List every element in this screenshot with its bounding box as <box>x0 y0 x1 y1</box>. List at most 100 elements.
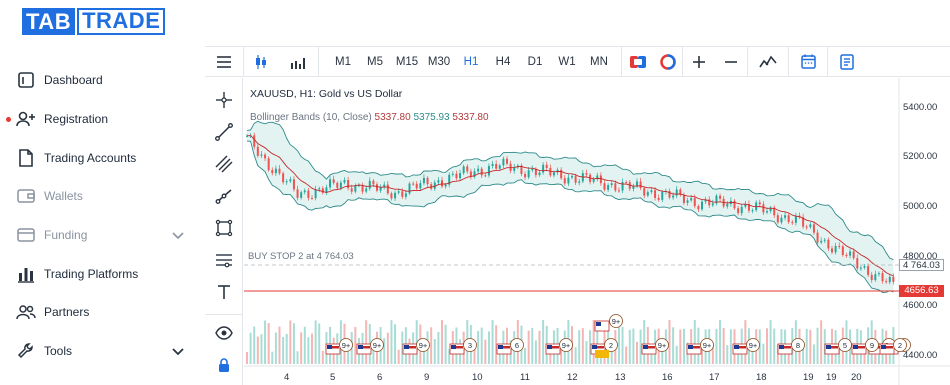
sidebar-item-trading-platforms[interactable]: Trading Platforms <box>0 254 205 293</box>
timeframe-m5[interactable]: M5 <box>359 47 391 77</box>
volume-bar <box>585 341 588 364</box>
volume-bar <box>769 320 772 364</box>
crosshair-icon[interactable] <box>214 90 234 110</box>
volume-bar <box>805 328 808 364</box>
volume-bar <box>592 320 595 364</box>
pending-order-label[interactable]: BUY STOP 2 at 4 764.03 <box>248 251 354 262</box>
timeframe-h1[interactable]: H1 <box>455 47 487 77</box>
one-click-trading-icon[interactable] <box>622 47 654 77</box>
sidebar-item-label: Tools <box>44 344 73 359</box>
ray-icon[interactable] <box>214 186 234 206</box>
flag-canton <box>498 345 503 349</box>
menu-icon[interactable] <box>205 47 243 77</box>
zoom-out-icon[interactable] <box>715 47 747 77</box>
candle-body <box>502 158 505 166</box>
candlestick-icon[interactable] <box>244 47 278 77</box>
sidebar: TAB TRADE Dashboard Registration Trading… <box>0 0 205 385</box>
volume-bars-icon[interactable] <box>278 47 318 77</box>
price-axis-label: 5400.00 <box>903 102 938 113</box>
volume-bar <box>296 351 299 364</box>
candle-body <box>466 166 469 172</box>
candle-body <box>484 175 487 177</box>
volume-bar <box>480 327 483 364</box>
price-axis-label: 4400.00 <box>903 350 938 361</box>
zoom-in-icon[interactable] <box>683 47 715 77</box>
volume-bar <box>621 326 624 364</box>
volume-bar <box>267 322 270 364</box>
trendline-icon[interactable] <box>214 122 234 142</box>
lock-icon[interactable] <box>214 355 234 375</box>
volume-bar <box>441 320 443 364</box>
sidebar-item-wallets[interactable]: Wallets <box>0 177 205 216</box>
sidebar-item-partners[interactable]: Partners <box>0 293 205 332</box>
candle-body <box>885 281 888 283</box>
candle-body <box>531 168 534 171</box>
volume-bar <box>542 320 545 364</box>
sidebar-nav: Dashboard Registration Trading Accounts <box>0 61 205 371</box>
volume-bar <box>311 333 313 364</box>
candle-body <box>643 188 646 196</box>
color-scheme-icon[interactable] <box>654 47 682 77</box>
event-count-label: 9+ <box>562 341 571 350</box>
volume-bar <box>264 320 267 364</box>
brand-logo[interactable]: TAB TRADE <box>22 8 166 35</box>
timeframe-w1[interactable]: W1 <box>551 47 583 77</box>
candle-body <box>867 266 870 275</box>
timeframe-m15[interactable]: M15 <box>391 47 423 77</box>
volume-bar <box>538 330 541 364</box>
volume-bar <box>278 326 281 364</box>
indicators-icon[interactable] <box>748 47 788 77</box>
candle-body <box>412 183 415 185</box>
candle-body <box>300 192 303 198</box>
price-chart[interactable]: 9+9+9+369+29+9+9+859+9929+ XAUUSD, H1: G… <box>244 78 950 385</box>
volume-bar <box>625 346 628 364</box>
candle-body <box>881 273 884 282</box>
candle-body <box>278 168 281 174</box>
candle-body <box>780 217 783 223</box>
chart-panel: M1 M5 M15 M30 H1 H4 D1 W1 MN 9+ 9+ 9+ 3 … <box>205 46 950 385</box>
sidebar-item-funding[interactable]: Funding <box>0 216 205 255</box>
chevron-down-icon[interactable] <box>171 228 185 242</box>
text-tool-icon[interactable] <box>214 282 234 302</box>
fibonacci-icon[interactable] <box>214 250 234 270</box>
sidebar-item-trading-accounts[interactable]: Trading Accounts <box>0 138 205 177</box>
timeframe-m1[interactable]: M1 <box>327 47 359 77</box>
candle-body <box>538 172 541 176</box>
date-axis-label: 9 <box>424 372 430 383</box>
candle-body <box>639 181 642 189</box>
volume-bar <box>719 320 722 364</box>
volume-bar <box>383 338 386 364</box>
sidebar-item-registration[interactable]: Registration <box>0 100 205 139</box>
eye-icon[interactable] <box>214 323 234 343</box>
candle-body <box>607 185 610 190</box>
sidebar-item-label: Partners <box>44 305 90 320</box>
chart-canvas[interactable]: 9+9+9+369+29+9+9+859+9929+ <box>244 78 950 385</box>
candle-body <box>841 246 844 255</box>
volume-bar <box>816 327 819 364</box>
calendar-icon[interactable] <box>789 47 827 77</box>
timeframe-m30[interactable]: M30 <box>423 47 455 77</box>
candle-body <box>690 198 693 201</box>
price-axis-label: 4600.00 <box>903 300 938 311</box>
rectangle-icon[interactable] <box>214 218 234 238</box>
candle-body <box>332 179 335 183</box>
sidebar-item-label: Wallets <box>44 189 83 204</box>
candle-body <box>787 215 790 223</box>
volume-bar <box>675 345 678 364</box>
candle-body <box>376 184 378 191</box>
candle-body <box>343 179 346 183</box>
channel-icon[interactable] <box>214 154 234 174</box>
candle-body <box>253 135 256 147</box>
sidebar-item-dashboard[interactable]: Dashboard <box>0 61 205 100</box>
indicator-name: Bollinger Bands (10, Close) <box>250 112 372 123</box>
chevron-down-icon[interactable] <box>171 344 185 358</box>
timeframe-mn[interactable]: MN <box>583 47 615 77</box>
timeframe-h4[interactable]: H4 <box>487 47 519 77</box>
sidebar-item-tools[interactable]: Tools <box>0 332 205 371</box>
volume-bar <box>722 327 725 364</box>
trade-journal-icon[interactable] <box>828 47 866 77</box>
timeframe-d1[interactable]: D1 <box>519 47 551 77</box>
candle-body <box>444 184 447 187</box>
candle-body <box>506 158 508 164</box>
indicator-upper-value: 5337.80 <box>374 112 411 123</box>
